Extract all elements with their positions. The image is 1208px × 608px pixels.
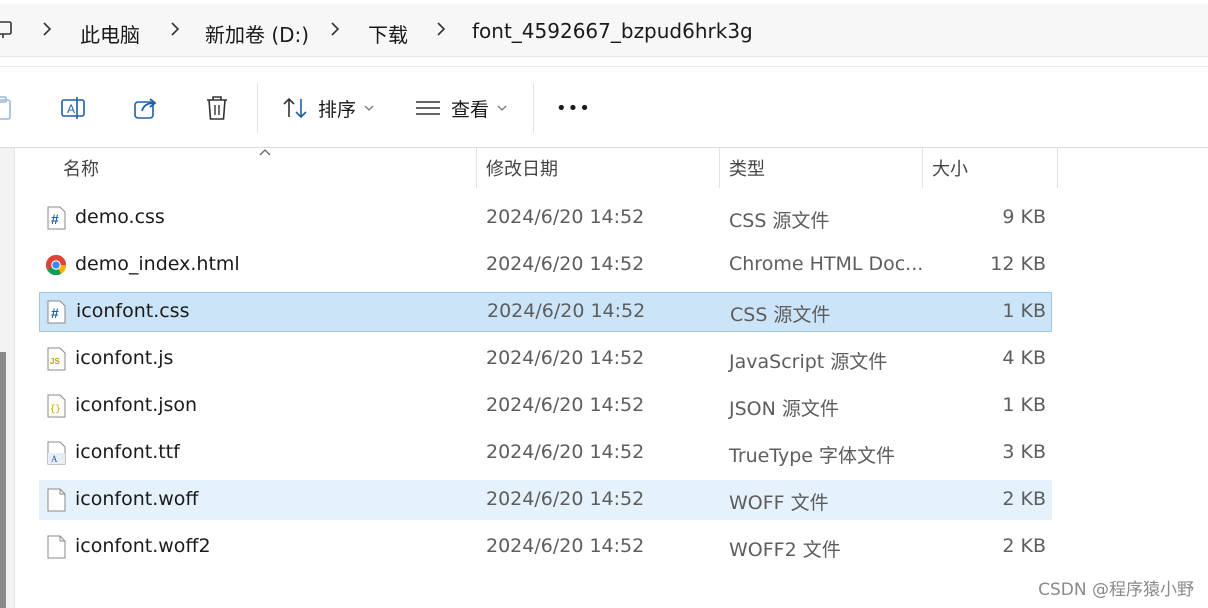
svg-text:#: # bbox=[51, 211, 59, 227]
file-type: CSS 源文件 bbox=[729, 210, 830, 232]
share-icon bbox=[134, 98, 157, 119]
sort-label: 排序 bbox=[318, 98, 357, 121]
view-button[interactable]: 查看 bbox=[415, 91, 507, 125]
file-modified: 2024/6/20 14:52 bbox=[486, 206, 645, 228]
column-header-modified[interactable]: 修改日期 bbox=[486, 148, 558, 188]
sort-ascending-icon bbox=[259, 149, 271, 156]
file-type: JavaScript 源文件 bbox=[729, 351, 888, 373]
json-file-icon: {} bbox=[47, 394, 66, 418]
more-options-button[interactable]: ••• bbox=[556, 91, 591, 125]
file-type: CSS 源文件 bbox=[730, 304, 831, 326]
file-name: iconfont.css bbox=[76, 300, 190, 322]
svg-text:A: A bbox=[67, 102, 75, 116]
file-row-hovered[interactable]: iconfont.woff 2024/6/20 14:52 WOFF 文件 2 … bbox=[39, 480, 1052, 520]
toolbar-divider bbox=[533, 83, 534, 133]
paste-icon bbox=[0, 96, 11, 120]
breadcrumb-this-pc[interactable]: 此电脑 bbox=[80, 19, 140, 48]
file-modified: 2024/6/20 14:52 bbox=[486, 441, 645, 463]
column-divider[interactable] bbox=[1057, 148, 1058, 188]
font-file-icon: A bbox=[47, 441, 66, 465]
chevron-right-icon[interactable] bbox=[434, 21, 448, 37]
file-type: TrueType 字体文件 bbox=[729, 445, 896, 467]
chevron-down-icon bbox=[497, 105, 507, 111]
breadcrumb-downloads[interactable]: 下载 bbox=[368, 19, 408, 48]
view-label: 查看 bbox=[451, 98, 490, 121]
share-button[interactable] bbox=[132, 91, 160, 125]
file-row[interactable]: demo_index.html 2024/6/20 14:52 Chrome H… bbox=[39, 245, 1052, 285]
svg-text:#: # bbox=[51, 305, 59, 321]
this-pc-icon bbox=[0, 21, 12, 38]
sort-button[interactable]: 排序 bbox=[282, 91, 374, 125]
view-list-icon bbox=[416, 101, 440, 115]
file-name: demo.css bbox=[75, 206, 165, 228]
command-bar: A 排序 查看 ••• bbox=[0, 66, 1208, 148]
delete-button[interactable] bbox=[204, 91, 230, 125]
file-size: 9 KB bbox=[1002, 206, 1046, 228]
file-type: WOFF 文件 bbox=[729, 492, 829, 514]
chrome-icon bbox=[45, 254, 67, 276]
file-size: 2 KB bbox=[1002, 535, 1046, 557]
file-size: 2 KB bbox=[1002, 488, 1046, 510]
blank-file-icon bbox=[47, 535, 66, 559]
column-divider[interactable] bbox=[476, 148, 477, 188]
trash-icon bbox=[207, 96, 227, 120]
file-name: demo_index.html bbox=[75, 253, 240, 275]
file-type: Chrome HTML Doc... bbox=[729, 253, 924, 275]
file-size: 1 KB bbox=[1002, 394, 1046, 416]
breadcrumb-current-folder[interactable]: font_4592667_bzpud6hrk3g bbox=[472, 19, 753, 43]
chevron-down-icon bbox=[364, 105, 374, 111]
file-row[interactable]: A iconfont.ttf 2024/6/20 14:52 TrueType … bbox=[39, 433, 1052, 473]
css-file-icon: # bbox=[47, 206, 66, 230]
navigation-scrollbar-thumb[interactable] bbox=[0, 352, 6, 608]
column-header-name[interactable]: 名称 bbox=[63, 148, 99, 188]
js-file-icon: JS bbox=[47, 347, 66, 371]
file-modified: 2024/6/20 14:52 bbox=[486, 347, 645, 369]
file-row[interactable]: {} iconfont.json 2024/6/20 14:52 JSON 源文… bbox=[39, 386, 1052, 426]
chevron-right-icon[interactable] bbox=[328, 21, 342, 37]
file-name: iconfont.ttf bbox=[75, 441, 180, 463]
file-name: iconfont.json bbox=[75, 394, 198, 416]
file-type: WOFF2 文件 bbox=[729, 539, 841, 561]
paste-button[interactable] bbox=[0, 91, 12, 125]
more-options-icon: ••• bbox=[556, 97, 591, 119]
chevron-right-icon[interactable] bbox=[40, 21, 54, 37]
file-name: iconfont.woff2 bbox=[75, 535, 211, 557]
watermark: CSDN @程序猿小野 bbox=[1038, 580, 1194, 600]
file-size: 3 KB bbox=[1002, 441, 1046, 463]
svg-text:JS: JS bbox=[50, 357, 60, 366]
file-name: iconfont.js bbox=[75, 347, 174, 369]
sort-icon bbox=[283, 97, 307, 119]
file-size: 12 KB bbox=[990, 253, 1046, 275]
file-modified: 2024/6/20 14:52 bbox=[486, 253, 645, 275]
column-divider[interactable] bbox=[719, 148, 720, 188]
column-header-size[interactable]: 大小 bbox=[932, 148, 968, 188]
file-row-selected[interactable]: # iconfont.css 2024/6/20 14:52 CSS 源文件 1… bbox=[39, 292, 1052, 332]
rename-button[interactable]: A bbox=[59, 91, 87, 125]
toolbar-divider bbox=[257, 83, 258, 133]
file-modified: 2024/6/20 14:52 bbox=[486, 488, 645, 510]
rename-icon: A bbox=[61, 97, 85, 119]
breadcrumb-drive-d[interactable]: 新加卷 (D:) bbox=[205, 19, 309, 48]
file-type: JSON 源文件 bbox=[729, 398, 839, 420]
file-modified: 2024/6/20 14:52 bbox=[486, 394, 645, 416]
address-bar[interactable]: 此电脑 新加卷 (D:) 下载 font_4592667_bzpud6hrk3g bbox=[0, 4, 1208, 57]
svg-text:A: A bbox=[51, 454, 58, 464]
blank-file-icon bbox=[47, 488, 66, 512]
file-modified: 2024/6/20 14:52 bbox=[487, 300, 646, 322]
file-size: 4 KB bbox=[1002, 347, 1046, 369]
file-modified: 2024/6/20 14:52 bbox=[486, 535, 645, 557]
column-header-type[interactable]: 类型 bbox=[729, 148, 765, 188]
svg-text:{}: {} bbox=[50, 404, 61, 414]
file-name: iconfont.woff bbox=[75, 488, 199, 510]
file-row[interactable]: JS iconfont.js 2024/6/20 14:52 JavaScrip… bbox=[39, 339, 1052, 379]
file-row[interactable]: iconfont.woff2 2024/6/20 14:52 WOFF2 文件 … bbox=[39, 527, 1052, 567]
file-row[interactable]: # demo.css 2024/6/20 14:52 CSS 源文件 9 KB bbox=[39, 198, 1052, 238]
css-file-icon: # bbox=[47, 300, 66, 324]
column-divider[interactable] bbox=[922, 148, 923, 188]
chevron-right-icon[interactable] bbox=[168, 21, 182, 37]
file-size: 1 KB bbox=[1002, 300, 1046, 322]
